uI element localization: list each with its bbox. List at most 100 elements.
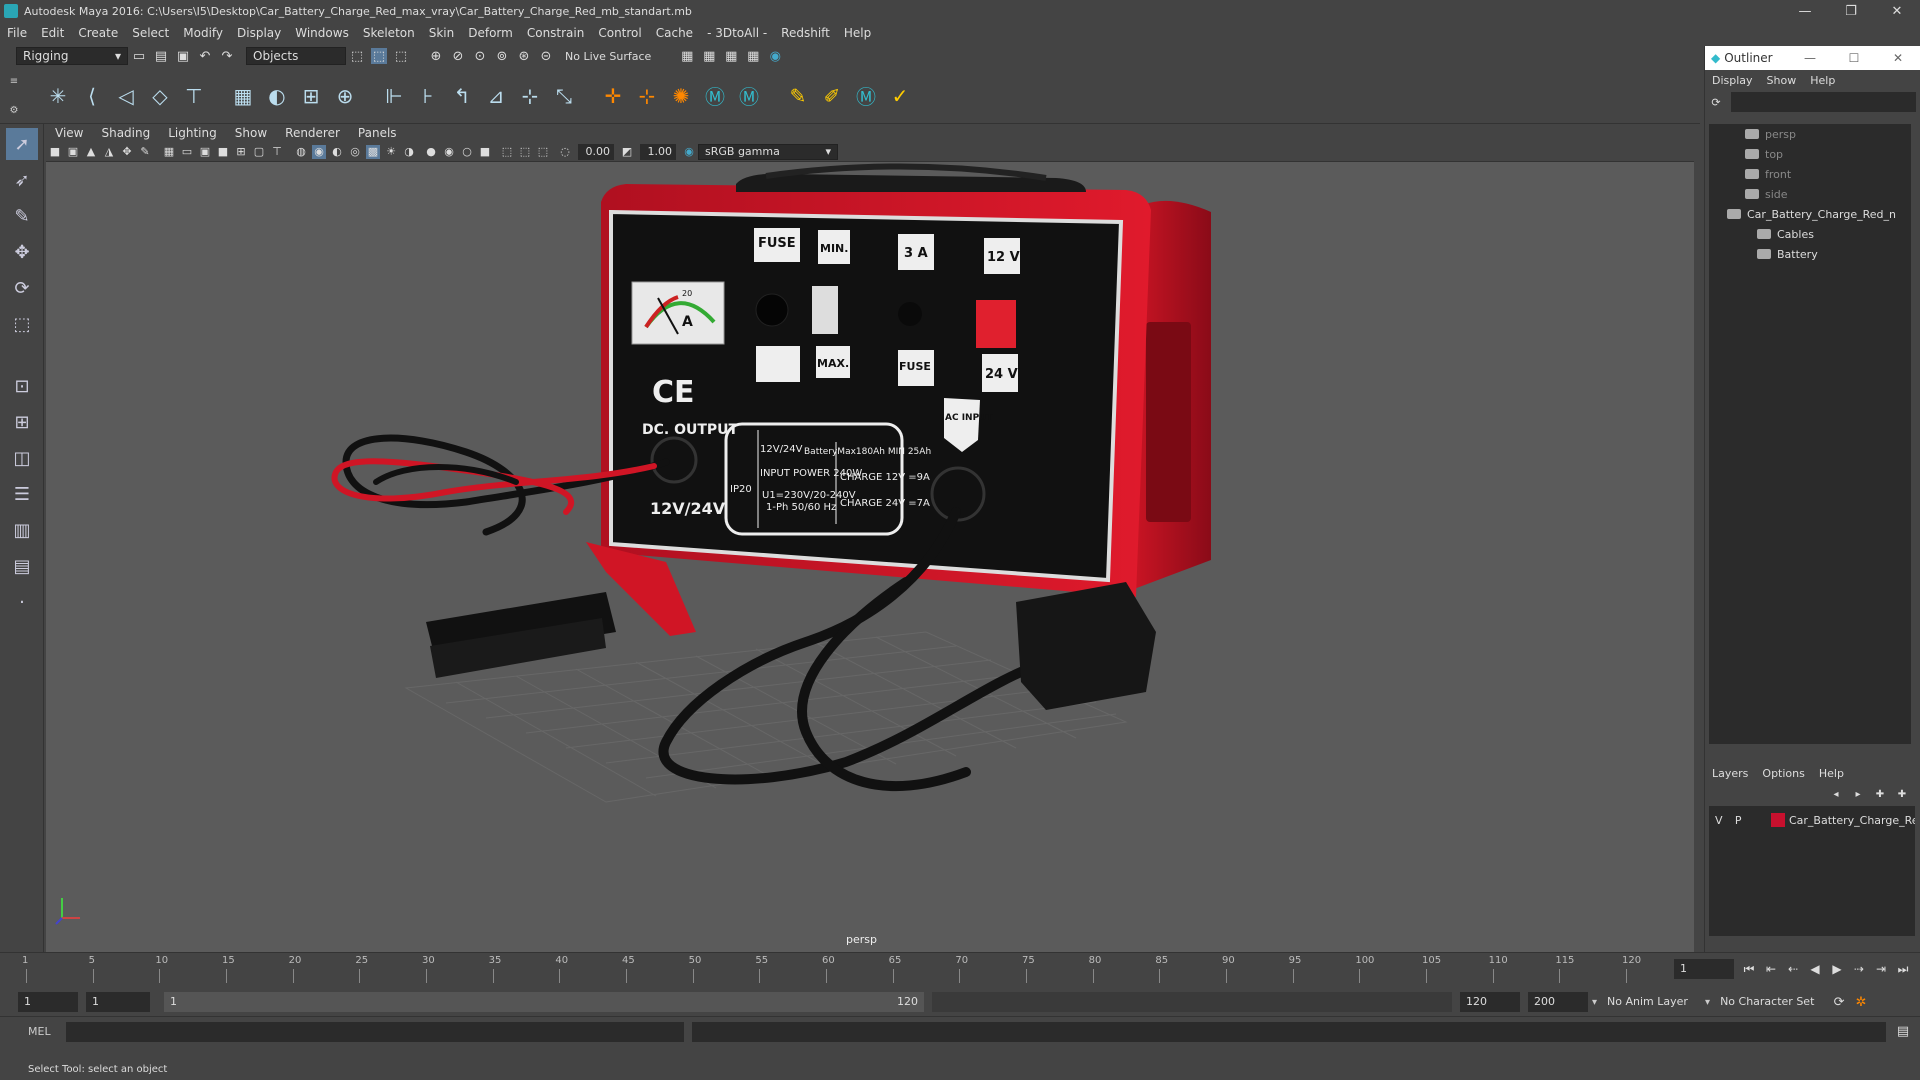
outliner-menu-display[interactable]: Display [1705, 74, 1760, 87]
outliner-search-field[interactable] [1731, 92, 1916, 112]
go-to-end-icon[interactable]: ⏭ [1895, 961, 1911, 977]
isolate-select-icon[interactable]: ■ [478, 145, 492, 159]
start-time-field[interactable]: 1 [18, 992, 78, 1012]
viewport-menu-lighting[interactable]: Lighting [159, 126, 226, 140]
bind-skin-icon[interactable]: ◇ [146, 82, 174, 110]
playback-start-field[interactable]: 1 [86, 992, 150, 1012]
render-view-icon[interactable]: ▦ [679, 48, 695, 64]
view-transform-dropdown[interactable]: sRGB gamma ▾ [698, 143, 838, 160]
color-management-icon[interactable]: ◉ [682, 145, 696, 159]
xray-icon[interactable]: ⬚ [500, 145, 514, 159]
menu-cache[interactable]: Cache [649, 26, 700, 40]
current-frame-field[interactable]: 1 [1674, 959, 1734, 979]
outliner-item[interactable]: front [1709, 164, 1911, 184]
orient-constraint-icon[interactable]: ⊩ [380, 82, 408, 110]
menu-deform[interactable]: Deform [461, 26, 520, 40]
more-layouts-icon[interactable]: · [6, 586, 38, 618]
menu-display[interactable]: Display [230, 26, 288, 40]
viewport-menu-show[interactable]: Show [226, 126, 276, 140]
outliner-item[interactable]: side [1709, 184, 1911, 204]
layer-menu-options[interactable]: Options [1755, 767, 1811, 780]
new-layer-icon[interactable]: ✚ [1872, 786, 1888, 802]
maximize-button[interactable]: ❐ [1828, 0, 1874, 22]
menu-control[interactable]: Control [591, 26, 648, 40]
ipr-render-icon[interactable]: ▦ [723, 48, 739, 64]
step-back-key-icon[interactable]: ⇤ [1763, 961, 1779, 977]
outliner-menu-help[interactable]: Help [1803, 74, 1842, 87]
layer-visibility-toggle[interactable]: V [1709, 814, 1728, 827]
film-gate-icon[interactable]: ▭ [180, 145, 194, 159]
sculpt-icon[interactable]: ⊕ [331, 82, 359, 110]
range-slider[interactable]: 1 120 [164, 992, 924, 1012]
graph-layout-icon[interactable]: ▥ [6, 514, 38, 546]
outliner-layout-icon[interactable]: ☰ [6, 478, 38, 510]
xray-components-icon[interactable]: ⬚ [536, 145, 550, 159]
cluster-icon[interactable]: ◐ [263, 82, 291, 110]
rotate-tool-icon[interactable]: ⟳ [6, 272, 38, 304]
menu-help[interactable]: Help [837, 26, 878, 40]
script-editor-icon[interactable]: ▤ [1895, 1024, 1911, 1040]
playback-end-field[interactable]: 120 [1460, 992, 1520, 1012]
menu-set-dropdown[interactable]: Rigging ▾ [16, 47, 128, 65]
menu-skin[interactable]: Skin [422, 26, 462, 40]
snap-grid-icon[interactable]: ⊕ [428, 48, 444, 64]
hypershade-layout-icon[interactable]: ▤ [6, 550, 38, 582]
ik-spline-icon[interactable]: ◁ [112, 82, 140, 110]
pole-vector-icon[interactable]: ⤡ [550, 82, 578, 110]
undo-icon[interactable]: ↶ [197, 48, 213, 64]
lattice-icon[interactable]: ▦ [229, 82, 257, 110]
outliner-minimize-button[interactable]: — [1788, 51, 1832, 65]
layer-row[interactable]: V P Car_Battery_Charge_Re [1709, 810, 1915, 830]
select-component-icon[interactable]: ⬚ [393, 48, 409, 64]
paint-select-icon[interactable]: ✎ [6, 200, 38, 232]
grid-icon[interactable]: ▦ [162, 145, 176, 159]
redo-icon[interactable]: ↷ [219, 48, 235, 64]
grease-pencil-icon[interactable]: ✎ [138, 145, 152, 159]
scale-tool-icon[interactable]: ⬚ [6, 308, 38, 340]
multisample-icon[interactable]: ◉ [442, 145, 456, 159]
smooth-shade-icon[interactable]: ◉ [312, 144, 326, 159]
joint-tool-icon[interactable]: ✳ [44, 82, 72, 110]
save-scene-icon[interactable]: ▣ [175, 48, 191, 64]
select-hierarchy-icon[interactable]: ⬚ [349, 48, 365, 64]
play-backwards-icon[interactable]: ◀ [1807, 961, 1823, 977]
shelf-menu-icon[interactable]: ≡ [10, 76, 18, 87]
new-scene-icon[interactable]: ▭ [131, 48, 147, 64]
close-button[interactable]: ✕ [1874, 0, 1920, 22]
snap-point-icon[interactable]: ⊙ [472, 48, 488, 64]
end-time-field[interactable]: 200 [1528, 992, 1588, 1012]
mirror-joint-icon[interactable]: ✺ [667, 82, 695, 110]
mocap-icon[interactable]: Ⓜ [852, 82, 880, 110]
viewport-menu-shading[interactable]: Shading [92, 126, 159, 140]
3d-scene[interactable]: A 20 FUSE MIN. 3 A 12 V MAX. FUSE 24 V C… [46, 162, 1694, 952]
locator-icon[interactable]: ✛ [599, 82, 627, 110]
aim-constraint-icon[interactable]: ↰ [448, 82, 476, 110]
image-plane-icon[interactable]: ◮ [102, 145, 116, 159]
viewport-menu-view[interactable]: View [46, 126, 92, 140]
outliner-maximize-button[interactable]: ☐ [1832, 51, 1876, 65]
menu-create[interactable]: Create [71, 26, 125, 40]
safe-action-icon[interactable]: ▢ [252, 145, 266, 159]
exposure-field[interactable]: 0.00 [578, 143, 614, 160]
gamma-icon[interactable]: ◩ [620, 145, 634, 159]
wireframe-icon[interactable]: ◍ [294, 145, 308, 159]
outliner-item[interactable]: Cables [1709, 224, 1911, 244]
resolution-gate-icon[interactable]: ▣ [198, 145, 212, 159]
character-set-dropdown[interactable]: No Character Set [1714, 992, 1825, 1012]
side-by-side-icon[interactable]: ◫ [6, 442, 38, 474]
anim-layer-dropdown[interactable]: No Anim Layer [1601, 992, 1702, 1012]
shadows-icon[interactable]: ☀ [384, 145, 398, 159]
viewport-menu-renderer[interactable]: Renderer [276, 126, 349, 140]
wrap-icon[interactable]: ⊞ [297, 82, 325, 110]
magnet-icon[interactable]: ⊝ [538, 48, 554, 64]
open-scene-icon[interactable]: ▤ [153, 48, 169, 64]
safe-title-icon[interactable]: ⊤ [270, 145, 284, 159]
textured-icon[interactable]: ◎ [348, 145, 362, 159]
bookmark-icon[interactable]: ▲ [84, 145, 98, 159]
ik-handle-icon[interactable]: ⟨ [78, 82, 106, 110]
auto-key-icon[interactable]: ⟳ [1831, 994, 1847, 1010]
layer-move-up-icon[interactable]: ◂ [1828, 786, 1844, 802]
skeleton-icon[interactable]: ⊤ [180, 82, 208, 110]
anim-prefs-icon[interactable]: ✲ [1853, 994, 1869, 1010]
step-forward-key-icon[interactable]: ⇥ [1873, 961, 1889, 977]
